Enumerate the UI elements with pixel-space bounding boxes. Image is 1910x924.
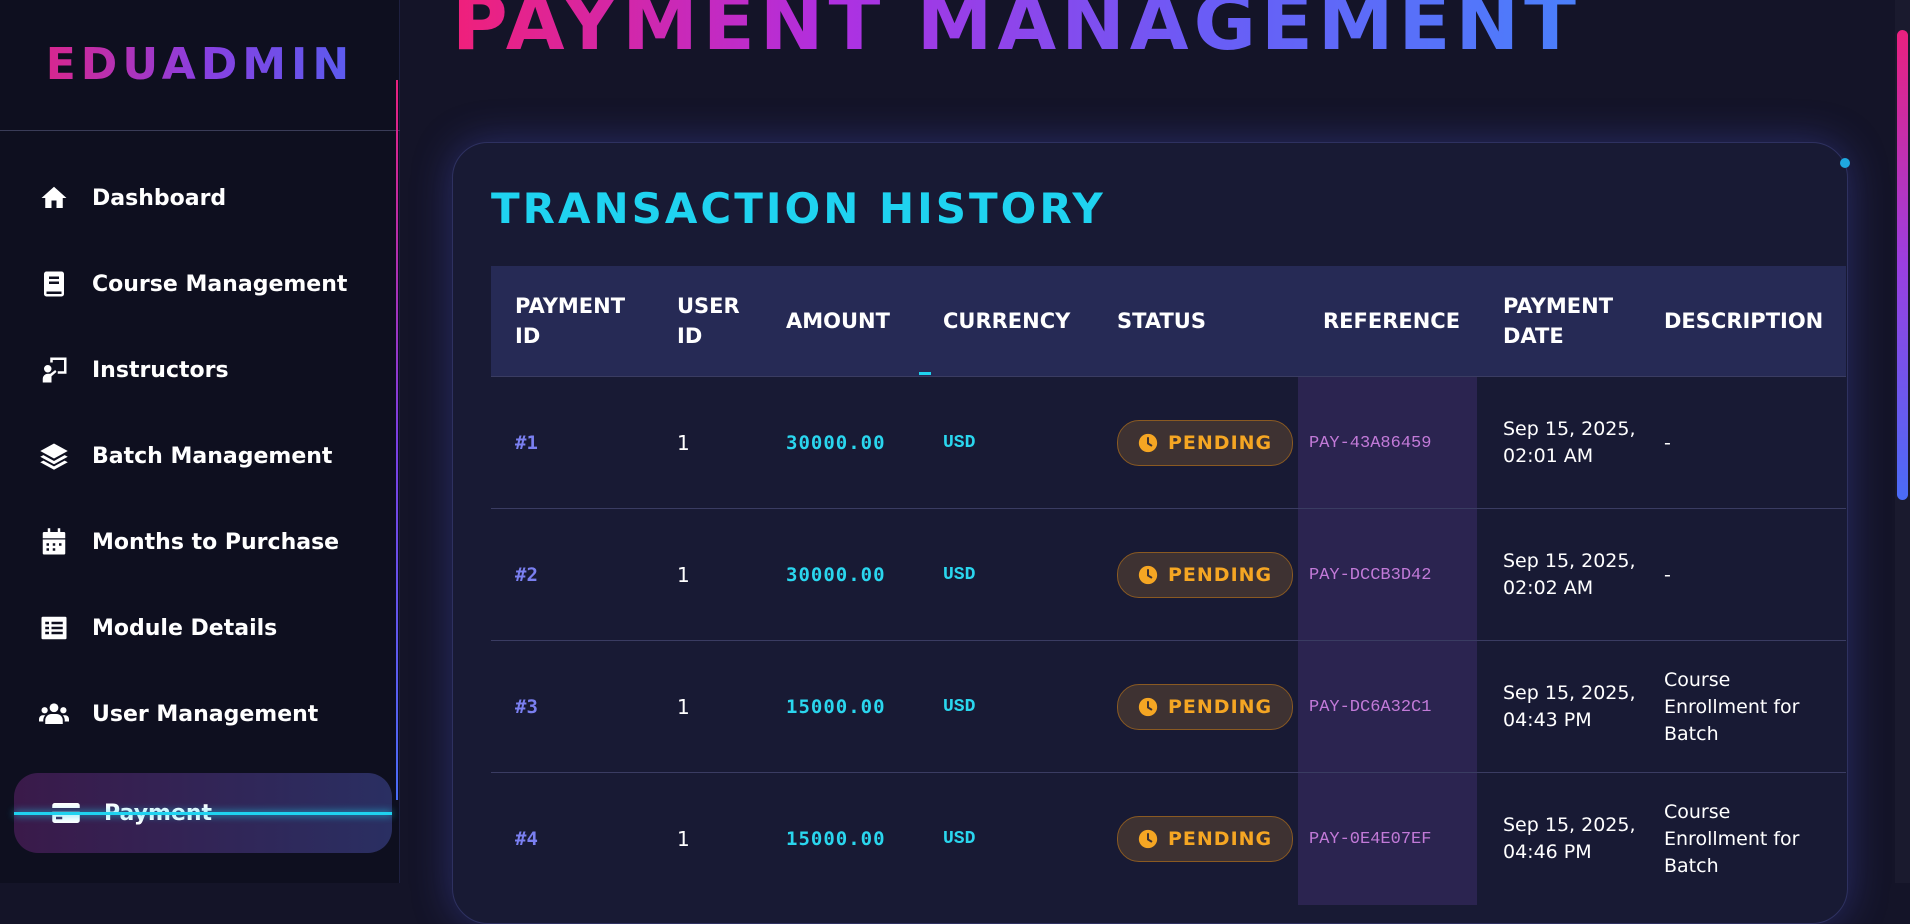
card-decoration-dot	[1840, 158, 1850, 168]
brand-name: EDUADMIN	[45, 38, 355, 90]
sidebar-item-label: Months to Purchase	[92, 529, 340, 555]
description: -	[1664, 431, 1671, 454]
payment-id-link[interactable]: #2	[515, 509, 538, 641]
table-row[interactable]: #3 1 15000.00 USD PENDING PAY-DC6A32C1 S…	[491, 640, 1846, 773]
book-icon	[38, 268, 70, 300]
chalkboard-teacher-icon	[38, 354, 70, 386]
column-header-reference[interactable]: REFERENCE	[1323, 266, 1460, 376]
currency: USD	[943, 565, 976, 585]
reference: PAY-DC6A32C1	[1309, 697, 1432, 717]
card-title: TRANSACTION HISTORY	[491, 184, 1106, 233]
list-icon	[38, 612, 70, 644]
home-icon	[38, 182, 70, 214]
sidebar-item-label: Course Management	[92, 271, 348, 297]
user-id: 1	[677, 827, 690, 851]
sidebar-item-label: User Management	[92, 701, 319, 727]
amount: 15000.00	[786, 696, 886, 718]
clock-icon	[1138, 829, 1158, 849]
column-header-payment-id[interactable]: PAYMENT ID	[515, 266, 645, 376]
user-id: 1	[677, 431, 690, 455]
reference: PAY-43A86459	[1309, 433, 1432, 453]
calendar-icon	[38, 526, 70, 558]
page-scrollbar-thumb[interactable]	[1897, 30, 1908, 500]
payment-date: Sep 15, 2025, 02:01 AM	[1503, 418, 1636, 467]
clock-icon	[1138, 433, 1158, 453]
status-badge: PENDING	[1117, 552, 1294, 598]
payment-date: Sep 15, 2025, 04:43 PM	[1503, 682, 1636, 731]
reference: PAY-DCCB3D42	[1309, 565, 1432, 585]
layers-icon	[38, 440, 70, 472]
status-badge: PENDING	[1117, 684, 1294, 730]
description: -	[1664, 563, 1671, 586]
table-row[interactable]: #4 1 15000.00 USD PENDING PAY-0E4E07EF S…	[491, 772, 1846, 905]
payment-id-link[interactable]: #3	[515, 641, 538, 773]
user-id: 1	[677, 695, 690, 719]
active-indicator-line	[14, 812, 392, 815]
currency: USD	[943, 829, 976, 849]
status-cell: PENDING	[1117, 509, 1294, 641]
brand-logo[interactable]: EDUADMIN	[0, 0, 400, 131]
status-badge: PENDING	[1117, 816, 1294, 862]
status-cell: PENDING	[1117, 377, 1294, 509]
column-header-user-id[interactable]: USER ID	[677, 266, 747, 376]
status-cell: PENDING	[1117, 773, 1294, 905]
status-label: PENDING	[1168, 828, 1273, 850]
currency: USD	[943, 433, 976, 453]
column-header-currency[interactable]: CURRENCY	[943, 266, 1070, 376]
page-title: PAYMENT MANAGEMENT	[452, 0, 1581, 67]
sidebar-item-label: Instructors	[92, 357, 229, 383]
sort-indicator	[919, 372, 931, 375]
user-id: 1	[677, 563, 690, 587]
sidebar: EDUADMIN Dashboard Course Management Ins…	[0, 0, 400, 883]
sidebar-item-months-to-purchase[interactable]: Months to Purchase	[0, 512, 390, 572]
sidebar-item-label: Batch Management	[92, 443, 333, 469]
table-header: PAYMENT ID USER ID AMOUNT CURRENCY STATU…	[491, 266, 1846, 376]
users-icon	[38, 698, 70, 730]
amount: 15000.00	[786, 828, 886, 850]
sidebar-item-label: Dashboard	[92, 185, 227, 211]
sidebar-item-module-details[interactable]: Module Details	[0, 598, 390, 658]
description: Course Enrollment for Batch	[1664, 800, 1800, 877]
sidebar-accent-line	[396, 80, 398, 800]
payment-id-link[interactable]: #4	[515, 773, 538, 905]
sidebar-item-label: Module Details	[92, 615, 278, 641]
payment-id-link[interactable]: #1	[515, 377, 538, 509]
clock-icon	[1138, 565, 1158, 585]
column-header-description[interactable]: DESCRIPTION	[1664, 266, 1823, 376]
sidebar-item-course-management[interactable]: Course Management	[0, 254, 390, 314]
description: Course Enrollment for Batch	[1664, 668, 1800, 745]
sidebar-item-batch-management[interactable]: Batch Management	[0, 426, 390, 486]
reference: PAY-0E4E07EF	[1309, 829, 1432, 849]
status-badge: PENDING	[1117, 420, 1294, 466]
column-header-payment-date[interactable]: PAYMENT DATE	[1503, 266, 1633, 376]
status-label: PENDING	[1168, 696, 1273, 718]
status-cell: PENDING	[1117, 641, 1294, 773]
column-header-status[interactable]: STATUS	[1117, 266, 1206, 376]
payment-date: Sep 15, 2025, 02:02 AM	[1503, 550, 1636, 599]
clock-icon	[1138, 697, 1158, 717]
sidebar-item-user-management[interactable]: User Management	[0, 684, 390, 744]
currency: USD	[943, 697, 976, 717]
status-label: PENDING	[1168, 432, 1273, 454]
amount: 30000.00	[786, 564, 886, 586]
table-row[interactable]: #2 1 30000.00 USD PENDING PAY-DCCB3D42 S…	[491, 508, 1846, 641]
column-header-amount[interactable]: AMOUNT	[786, 266, 890, 376]
table-row[interactable]: #1 1 30000.00 USD PENDING PAY-43A86459 S…	[491, 376, 1846, 509]
sidebar-item-dashboard[interactable]: Dashboard	[0, 168, 390, 228]
amount: 30000.00	[786, 432, 886, 454]
status-label: PENDING	[1168, 564, 1273, 586]
sidebar-item-instructors[interactable]: Instructors	[0, 340, 390, 400]
payment-date: Sep 15, 2025, 04:46 PM	[1503, 814, 1636, 863]
